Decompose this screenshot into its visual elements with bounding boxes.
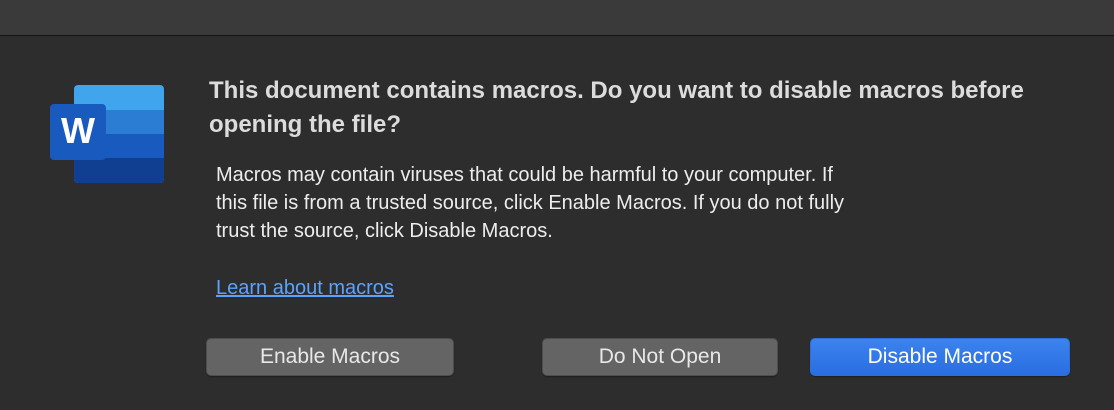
do-not-open-button[interactable]: Do Not Open xyxy=(542,338,778,376)
macro-warning-dialog: W This document contains macros. Do you … xyxy=(0,36,1114,410)
dialog-headline: This document contains macros. Do you wa… xyxy=(209,77,1024,138)
learn-about-macros-link[interactable]: Learn about macros xyxy=(216,274,394,302)
dialog-message: Macros may contain viruses that could be… xyxy=(216,164,845,242)
window-titlebar xyxy=(0,0,1114,36)
word-icon: W xyxy=(50,85,164,183)
enable-macros-button[interactable]: Enable Macros xyxy=(206,338,454,376)
disable-macros-button[interactable]: Disable Macros xyxy=(810,338,1070,376)
word-icon-letter: W xyxy=(61,110,95,151)
